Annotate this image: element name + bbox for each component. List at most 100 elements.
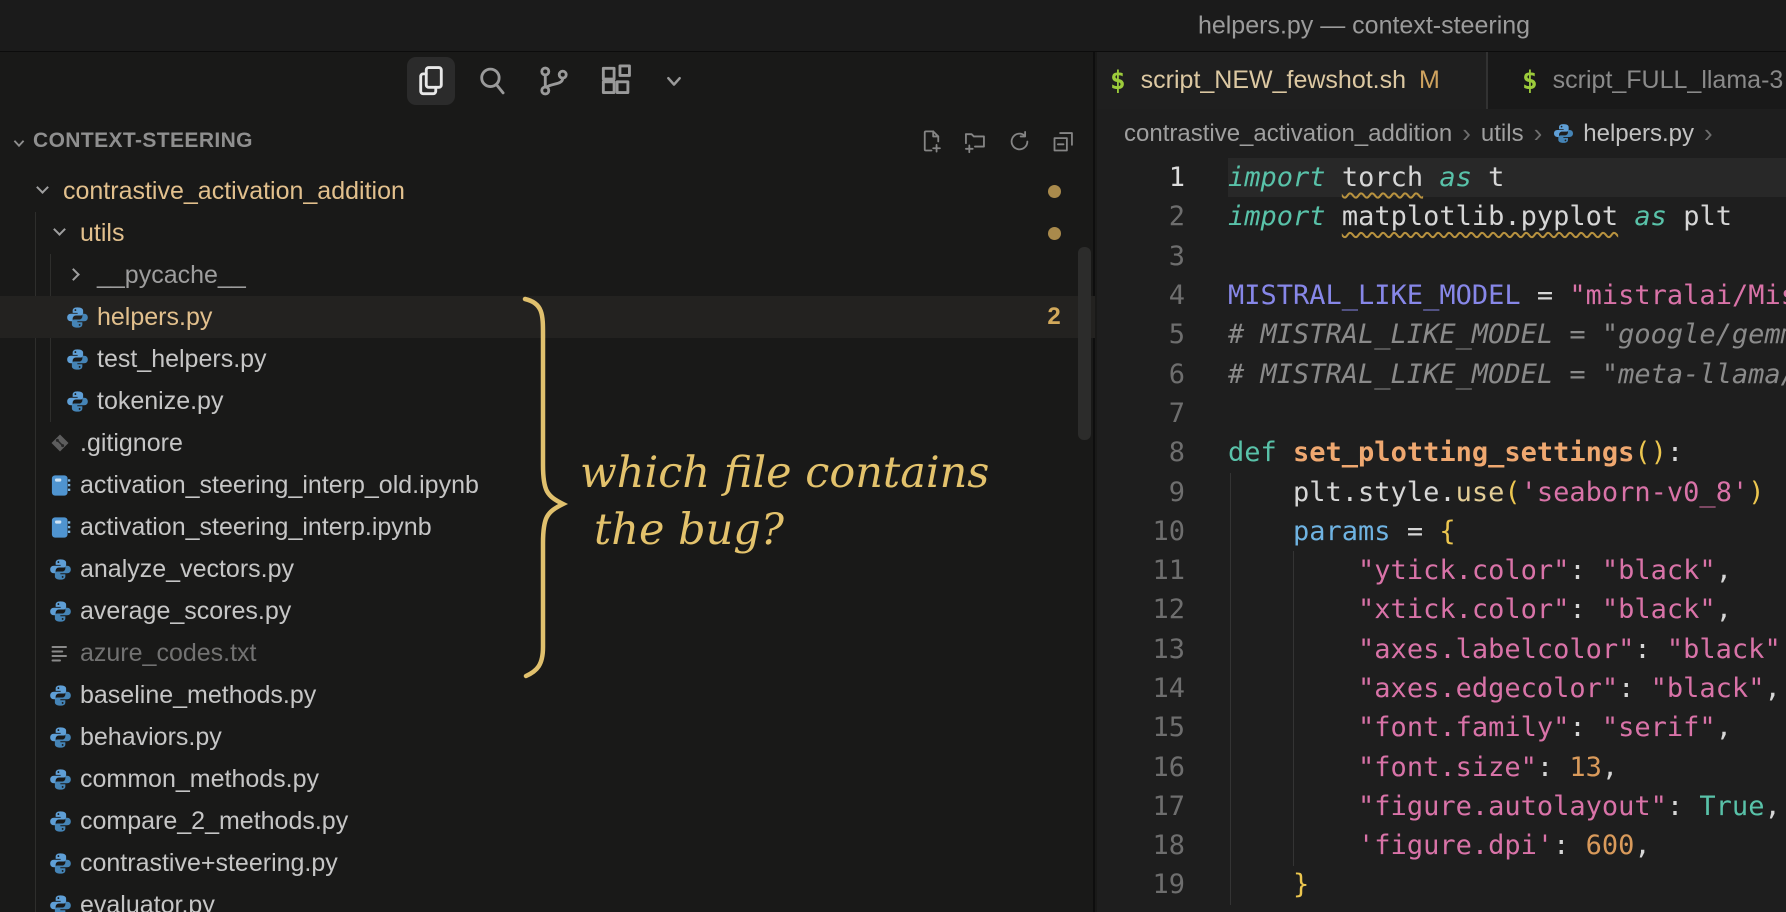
code-line-6[interactable]: 6 # MISTRAL_LIKE_MODEL = "meta-llama/ <box>1097 354 1786 393</box>
chevron-right-icon <box>64 262 90 288</box>
code-line-1[interactable]: 1 import torch as t <box>1097 158 1786 197</box>
line-content: # MISTRAL_LIKE_MODEL = "google/gemm <box>1228 319 1786 351</box>
line-content: plt.style.use('seaborn-v0_8') <box>1228 476 1765 508</box>
chevron-down-icon <box>47 220 73 246</box>
search-icon[interactable] <box>468 57 516 105</box>
tree-item-behaviors-py[interactable]: behaviors.py <box>0 716 1095 758</box>
file-name: evaluator.py <box>80 890 215 912</box>
file-name: contrastive+steering.py <box>80 848 338 877</box>
refresh-icon[interactable] <box>1004 126 1034 156</box>
tree-item--pycache-[interactable]: __pycache__ <box>0 254 1095 296</box>
file-name: activation_steering_interp_old.ipynb <box>80 470 479 499</box>
new-file-icon[interactable] <box>916 126 946 156</box>
line-content: "axes.edgecolor": "black", <box>1358 673 1781 704</box>
python-file-icon <box>64 346 90 372</box>
more-views-chevron-icon[interactable] <box>650 57 698 105</box>
code-editor[interactable]: 1 import torch as t 2 import matplotlib.pyp… <box>1097 158 1786 912</box>
tree-item-evaluator-py[interactable]: evaluator.py <box>0 884 1095 912</box>
code-line-9[interactable]: 9 plt.style.use('seaborn-v0_8') <box>1097 472 1786 511</box>
code-line-13[interactable]: 13 "axes.labelcolor": "black", <box>1097 630 1786 669</box>
code-line-15[interactable]: 15 "font.family": "serif", <box>1097 708 1786 747</box>
breadcrumb-item[interactable]: utils <box>1481 120 1524 148</box>
tree-item-test-helpers-py[interactable]: test_helpers.py <box>0 338 1095 380</box>
breadcrumb-separator: › <box>1703 118 1713 148</box>
line-number: 9 <box>1168 476 1185 508</box>
tree-item-contrastive-activation-addition[interactable]: contrastive_activation_addition <box>0 170 1095 212</box>
line-content: MISTRAL_LIKE_MODEL = "mistralai/Mis <box>1228 280 1786 312</box>
tree-item-common-methods-py[interactable]: common_methods.py <box>0 758 1095 800</box>
source-control-icon[interactable] <box>530 57 578 105</box>
tab-script-full-llama[interactable]: $ script_FULL_llama-3 <box>1488 52 1786 109</box>
code-line-8[interactable]: 8 def set_plotting_settings(): <box>1097 433 1786 472</box>
activity-toolbar <box>0 52 1095 112</box>
python-file-icon <box>47 556 73 582</box>
line-number: 8 <box>1168 437 1185 469</box>
explorer-files-icon[interactable] <box>407 57 455 105</box>
code-line-19[interactable]: 19 } <box>1097 865 1786 904</box>
tree-item-activation-steering-interp-old-ipynb[interactable]: activation_steering_interp_old.ipynb <box>0 464 1095 506</box>
python-file-icon <box>47 766 73 792</box>
code-line-14[interactable]: 14 "axes.edgecolor": "black", <box>1097 669 1786 708</box>
explorer-section-header[interactable]: CONTEXT-STEERING <box>0 120 1095 164</box>
file-tree: contrastive_activation_additionutils __py… <box>0 170 1095 912</box>
line-content: 'figure.dpi': 600, <box>1358 830 1651 862</box>
python-file-icon <box>47 598 73 624</box>
breadcrumb-separator: › <box>1533 118 1543 148</box>
code-line-10[interactable]: 10 params = { <box>1097 512 1786 551</box>
tree-item-analyze-vectors-py[interactable]: analyze_vectors.py <box>0 548 1095 590</box>
code-line-18[interactable]: 18 'figure.dpi': 600, <box>1097 826 1786 865</box>
tree-item-baseline-methods-py[interactable]: baseline_methods.py <box>0 674 1095 716</box>
line-number: 18 <box>1152 830 1185 862</box>
tree-item-utils[interactable]: utils <box>0 212 1095 254</box>
line-number: 3 <box>1168 240 1185 272</box>
tab-label: script_NEW_fewshot.sh <box>1140 66 1407 94</box>
line-content: "font.family": "serif", <box>1358 712 1732 744</box>
python-file-icon <box>47 724 73 750</box>
code-line-16[interactable]: 16 "font.size": 13, <box>1097 747 1786 786</box>
explorer-section-label: CONTEXT-STEERING <box>33 129 253 152</box>
line-number: 1 <box>1168 162 1185 194</box>
file-name: analyze_vectors.py <box>80 554 295 583</box>
code-line-4[interactable]: 4 MISTRAL_LIKE_MODEL = "mistralai/Mis <box>1097 276 1786 315</box>
tree-item--gitignore[interactable]: .gitignore <box>0 422 1095 464</box>
code-line-12[interactable]: 12 "xtick.color": "black", <box>1097 590 1786 629</box>
code-line-5[interactable]: 5 # MISTRAL_LIKE_MODEL = "google/gemm <box>1097 315 1786 354</box>
code-line-3[interactable]: 3 <box>1097 237 1786 276</box>
vscode-window: helpers.py — context-steering CONTEXT-ST… <box>0 0 1786 912</box>
new-folder-icon[interactable] <box>960 126 990 156</box>
tree-item-average-scores-py[interactable]: average_scores.py <box>0 590 1095 632</box>
code-line-11[interactable]: 11 "ytick.color": "black", <box>1097 551 1786 590</box>
file-name: baseline_methods.py <box>80 680 317 709</box>
line-number: 5 <box>1168 319 1185 351</box>
file-name: azure_codes.txt <box>80 638 257 667</box>
tree-item-activation-steering-interp-ipynb[interactable]: activation_steering_interp.ipynb <box>0 506 1095 548</box>
code-line-2[interactable]: 2 import matplotlib.pyplot as plt <box>1097 197 1786 236</box>
line-number: 6 <box>1168 358 1185 390</box>
tab-script-new-fewshot[interactable]: $ script_NEW_fewshot.sh M <box>1097 52 1488 109</box>
line-number: 2 <box>1168 201 1185 233</box>
collapse-folders-icon[interactable] <box>1048 126 1078 156</box>
sidebar-scrollbar[interactable] <box>1078 247 1091 440</box>
tab-label: script_FULL_llama-3 <box>1552 66 1784 94</box>
extensions-icon[interactable] <box>592 57 640 105</box>
code-line-7[interactable]: 7 <box>1097 394 1786 433</box>
tree-item-helpers-py[interactable]: helpers.py 2 <box>0 296 1095 338</box>
line-content: "figure.autolayout": True, <box>1358 790 1781 822</box>
line-number: 17 <box>1152 790 1185 822</box>
notebook-file-icon <box>47 514 73 540</box>
breadcrumb-item-current[interactable]: helpers.py <box>1583 120 1694 148</box>
line-content: import matplotlib.pyplot as plt <box>1228 201 1732 233</box>
tree-item-azure-codes-txt[interactable]: azure_codes.txt <box>0 632 1095 674</box>
line-content: "ytick.color": "black", <box>1358 555 1732 587</box>
line-number: 16 <box>1152 751 1185 783</box>
line-content: import torch as t <box>1228 162 1505 194</box>
tree-item-tokenize-py[interactable]: tokenize.py <box>0 380 1095 422</box>
tree-item-contrastive-steering-py[interactable]: contrastive+steering.py <box>0 842 1095 884</box>
file-name: utils <box>80 218 125 247</box>
code-line-17[interactable]: 17 "figure.autolayout": True, <box>1097 787 1786 826</box>
line-number: 15 <box>1152 712 1185 744</box>
git-modified-badge: M <box>1419 66 1440 94</box>
breadcrumb-item[interactable]: contrastive_activation_addition <box>1124 120 1452 148</box>
tree-item-compare-2-methods-py[interactable]: compare_2_methods.py <box>0 800 1095 842</box>
line-number: 14 <box>1152 673 1185 704</box>
